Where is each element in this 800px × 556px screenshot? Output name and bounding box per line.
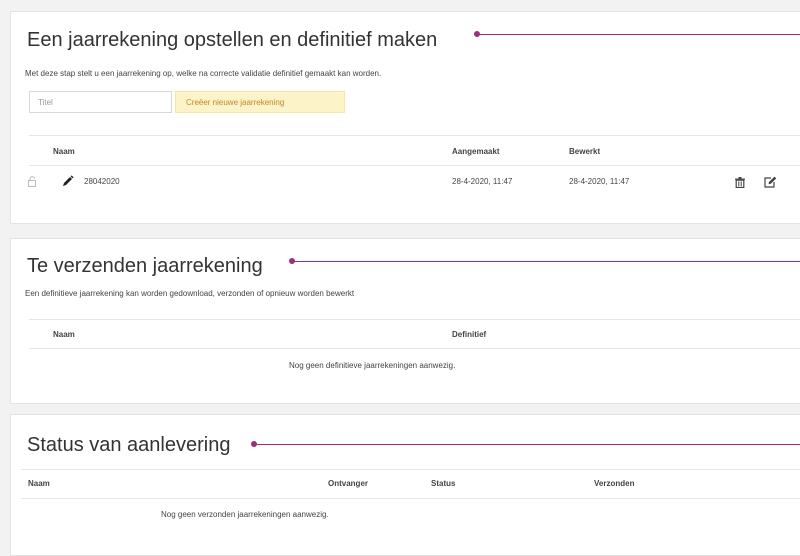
table-divider <box>29 135 800 136</box>
section-title-to-send: Te verzenden jaarrekening <box>27 255 263 277</box>
table-divider <box>29 319 800 320</box>
empty-message: Nog geen verzonden jaarrekeningen aanwez… <box>161 510 329 519</box>
lock-icon <box>28 176 36 187</box>
section-delivery-status: Status van aanlevering Naam Ontvanger St… <box>10 414 800 556</box>
trash-icon[interactable] <box>735 177 745 188</box>
table-divider <box>21 498 800 499</box>
column-header-name: Naam <box>53 147 75 156</box>
annotation-line <box>255 444 800 445</box>
section-description-create: Met deze stap stelt u een jaarrekening o… <box>25 69 382 78</box>
column-header-final: Definitief <box>452 330 487 339</box>
row-edited: 28-4-2020, 11:47 <box>569 177 630 186</box>
section-title-delivery-status: Status van aanlevering <box>27 434 231 456</box>
section-title-create: Een jaarrekening opstellen en definitief… <box>27 29 438 51</box>
annotation-line <box>293 261 800 262</box>
edit-icon[interactable] <box>764 176 777 188</box>
section-description-to-send: Een definitieve jaarrekening kan worden … <box>25 289 355 298</box>
table-divider <box>29 348 800 349</box>
column-header-receiver: Ontvanger <box>328 479 369 488</box>
table-divider <box>21 469 800 470</box>
create-annual-report-button[interactable]: Creëer nieuwe jaarrekening <box>175 91 345 113</box>
annotation-line <box>478 34 800 35</box>
table-divider <box>29 165 800 166</box>
column-header-edited: Bewerkt <box>569 147 601 156</box>
row-name[interactable]: 28042020 <box>84 177 120 186</box>
column-header-name: Naam <box>53 330 75 339</box>
section-to-send: Te verzenden jaarrekening Een definitiev… <box>10 238 800 404</box>
column-header-sent: Verzonden <box>594 479 635 488</box>
empty-message: Nog geen definitieve jaarrekeningen aanw… <box>289 361 456 370</box>
pencil-icon[interactable] <box>62 175 74 187</box>
row-created: 28-4-2020, 11:47 <box>452 177 513 186</box>
column-header-status: Status <box>431 479 456 488</box>
section-create-annual-report: Een jaarrekening opstellen en definitief… <box>10 11 800 224</box>
title-input[interactable] <box>29 91 172 113</box>
column-header-created: Aangemaakt <box>452 147 500 156</box>
column-header-name: Naam <box>28 479 50 488</box>
